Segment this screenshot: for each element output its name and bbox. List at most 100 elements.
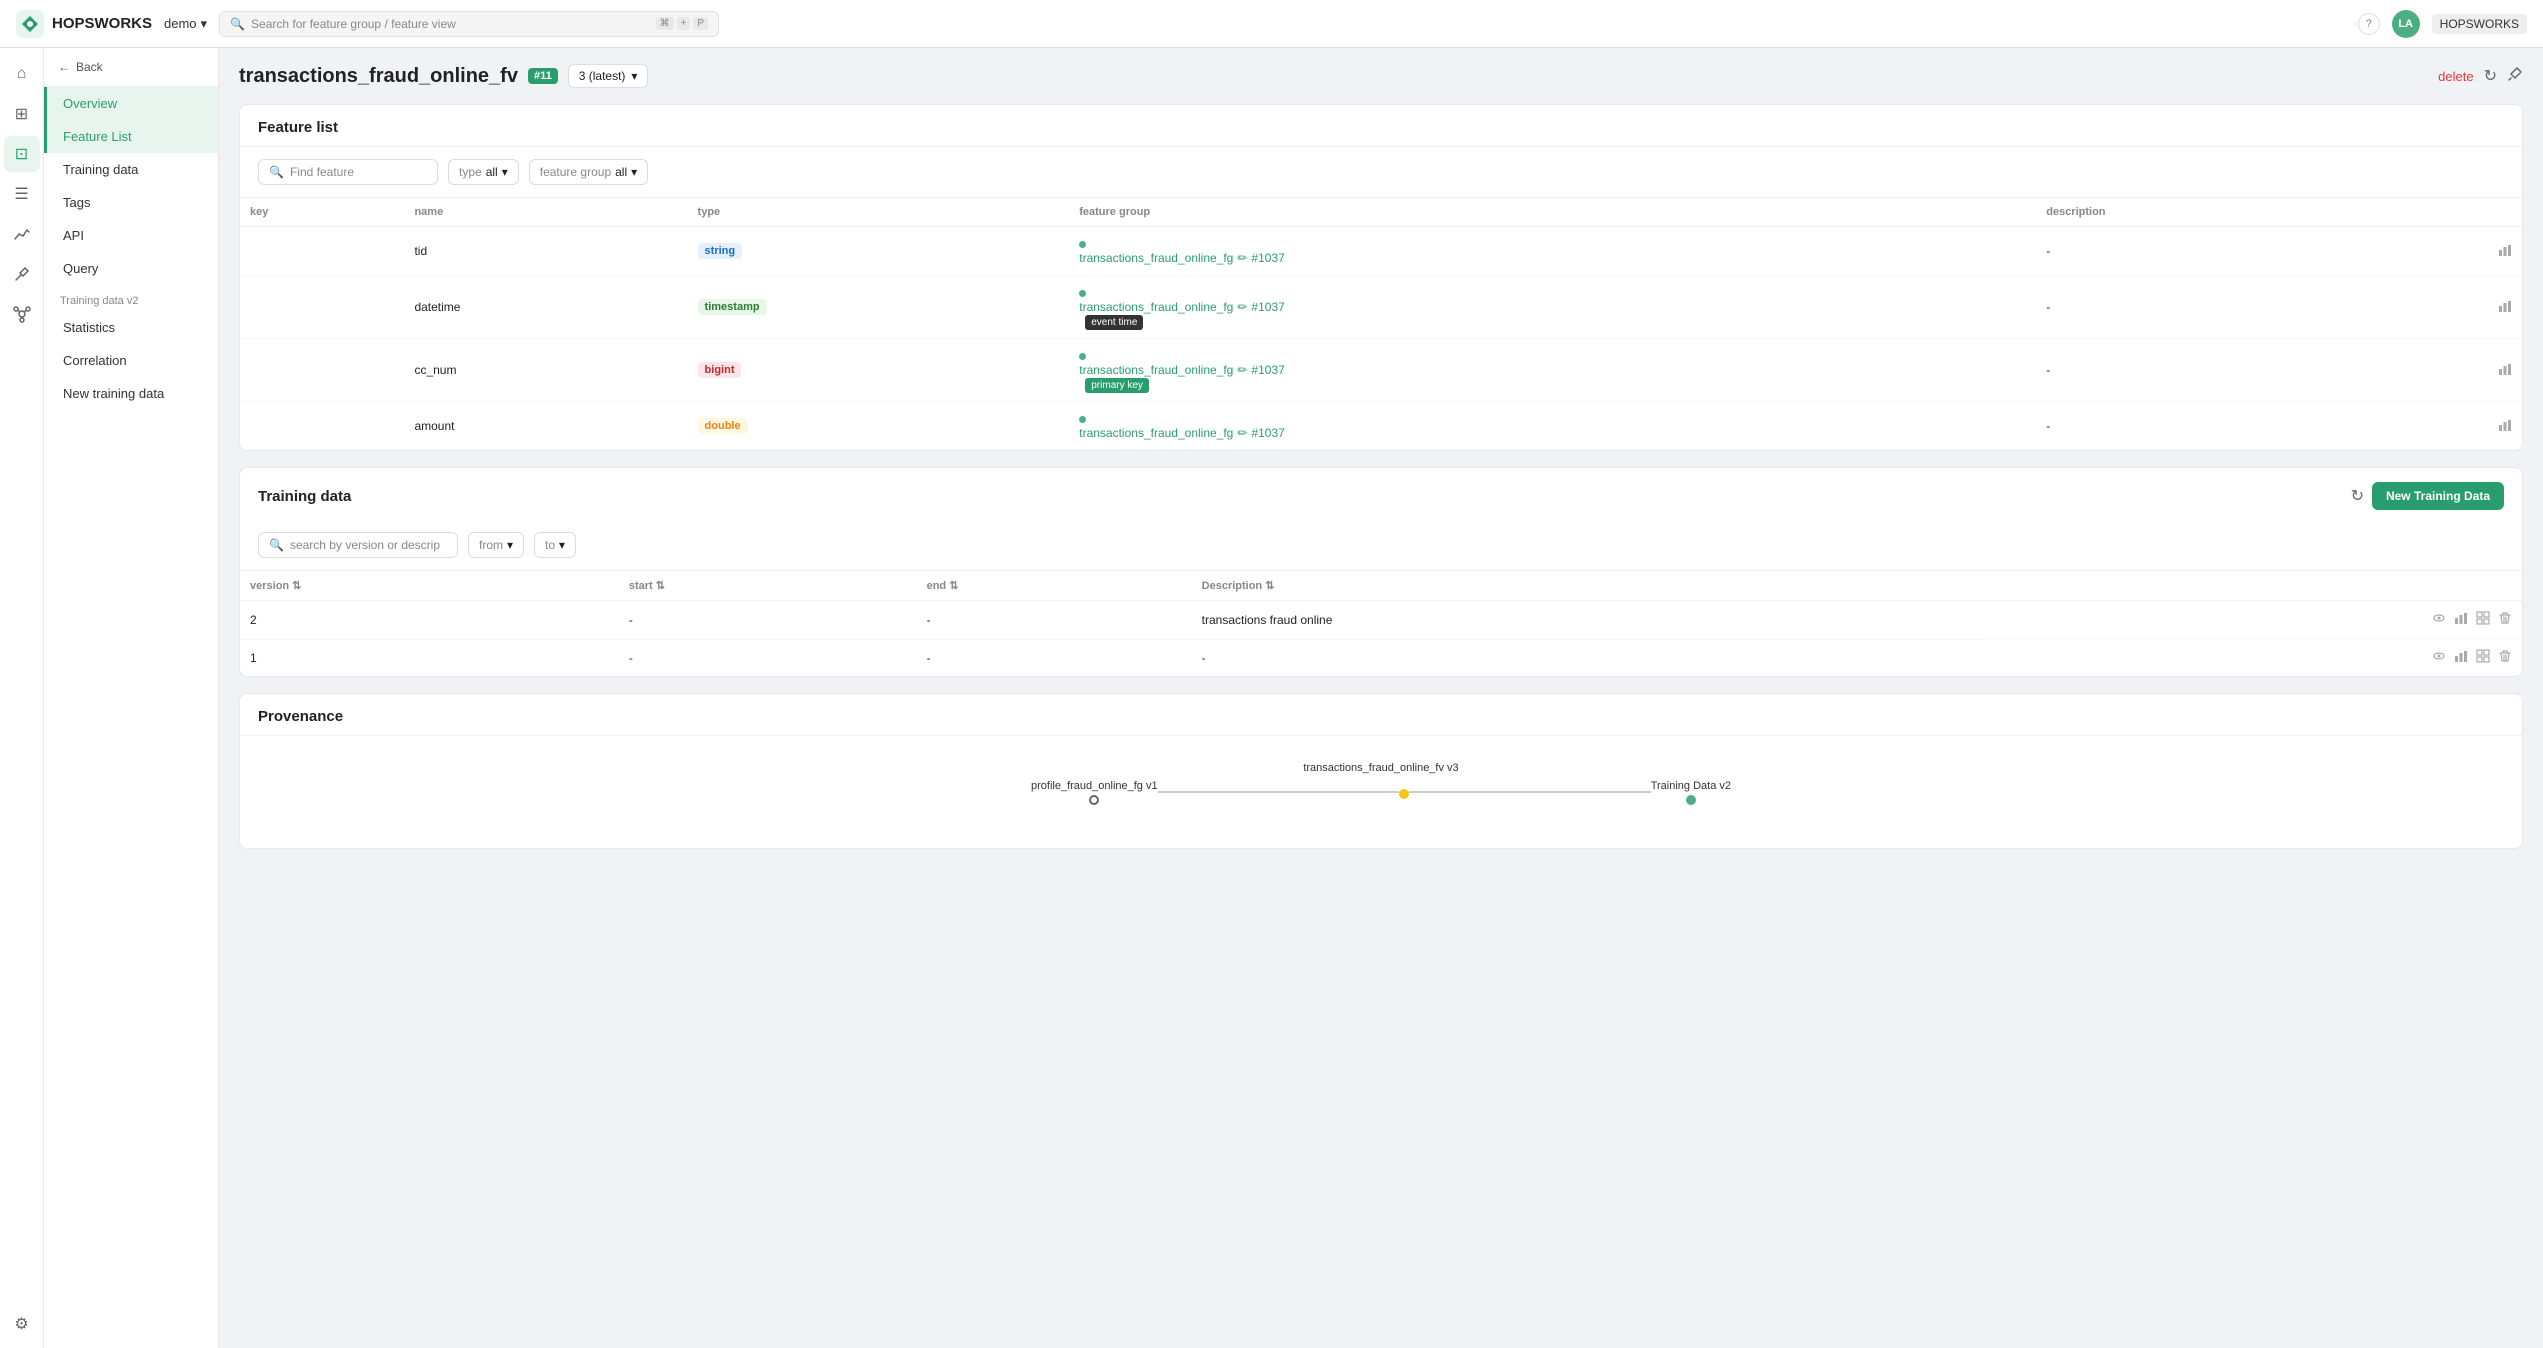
nav-settings-button[interactable]: ⚙ — [4, 1312, 40, 1348]
delete-button[interactable]: delete — [2438, 69, 2473, 84]
feature-table-row: amount double transactions_fraud_online_… — [240, 402, 2522, 451]
refresh-icon[interactable]: ↻ — [2484, 66, 2497, 86]
training-data-row: 1 - - - — [240, 639, 2522, 676]
feature-table-row: tid string transactions_fraud_online_fg … — [240, 227, 2522, 276]
version-selector[interactable]: 3 (latest) ▾ — [568, 64, 649, 88]
td-delete-icon[interactable] — [2498, 649, 2512, 666]
feature-actions-cell — [2376, 402, 2522, 451]
global-search-bar[interactable]: 🔍 Search for feature group / feature vie… — [219, 11, 719, 37]
prov-dot-center — [1399, 789, 1409, 799]
feature-name-cell: cc_num — [404, 339, 687, 402]
td-chart-icon[interactable] — [2454, 611, 2468, 628]
search-placeholder-text: Search for feature group / feature view — [251, 17, 456, 31]
sidebar-item-statistics[interactable]: Statistics — [44, 311, 218, 344]
feature-group-filter[interactable]: feature group all ▾ — [529, 159, 648, 185]
training-data-row: 2 - - transactions fraud online — [240, 601, 2522, 640]
feature-key-cell — [240, 402, 404, 451]
sidebar-item-feature-list[interactable]: Feature List — [44, 120, 218, 153]
edit-icon: ✏ — [1237, 426, 1247, 440]
sidebar-api-label: API — [63, 228, 84, 243]
top-navigation: HOPSWORKS demo ▾ 🔍 Search for feature gr… — [0, 0, 2543, 48]
training-data-card: Training data ↻ New Training Data 🔍 sear… — [239, 467, 2523, 677]
type-filter[interactable]: type all ▾ — [448, 159, 519, 185]
sidebar-tags-label: Tags — [63, 195, 90, 210]
td-version-cell: 1 — [240, 639, 619, 676]
nav-analytics-button[interactable] — [4, 216, 40, 252]
feature-fg-cell: transactions_fraud_online_fg ✏ #1037 — [1069, 402, 2036, 451]
td-col-version: version ⇅ — [240, 571, 619, 601]
training-from-filter[interactable]: from ▾ — [468, 532, 524, 558]
training-search[interactable]: 🔍 search by version or descrip — [258, 532, 458, 558]
feature-chart-icon[interactable] — [2498, 300, 2512, 316]
td-table-icon[interactable] — [2476, 649, 2490, 666]
training-data-refresh-icon[interactable]: ↻ — [2351, 486, 2364, 506]
sidebar-item-training-data[interactable]: Training data — [44, 153, 218, 186]
td-actions-cell — [1991, 639, 2522, 676]
feature-fg-cell: transactions_fraud_online_fg ✏ #1037 — [1069, 227, 2036, 276]
hopsworks-logo-icon — [16, 10, 44, 38]
td-eye-icon[interactable] — [2432, 611, 2446, 628]
feature-chart-icon[interactable] — [2498, 419, 2512, 435]
find-feature-search[interactable]: 🔍 Find feature — [258, 159, 438, 185]
page-header-actions: delete ↻ — [2438, 66, 2523, 87]
nav-network-button[interactable] — [4, 296, 40, 332]
td-chart-icon[interactable] — [2454, 649, 2468, 666]
td-actions-cell — [1991, 601, 2522, 639]
sidebar-item-new-training-data[interactable]: New training data — [44, 377, 218, 410]
feature-chart-icon[interactable] — [2498, 363, 2512, 379]
td-description-cell: transactions fraud online — [1192, 601, 1992, 640]
feature-actions-cell — [2376, 227, 2522, 276]
type-filter-value: all — [486, 165, 498, 179]
td-eye-icon[interactable] — [2432, 649, 2446, 666]
fg-link[interactable]: transactions_fraud_online_fg ✏ #1037 — [1079, 300, 2026, 314]
sidebar-item-tags[interactable]: Tags — [44, 186, 218, 219]
sidebar-item-overview[interactable]: Overview — [44, 87, 218, 120]
back-arrow-icon: ← — [58, 60, 70, 74]
user-avatar[interactable]: LA — [2392, 10, 2420, 38]
training-to-filter[interactable]: to ▾ — [534, 532, 576, 558]
feature-table: key name type feature group description … — [240, 198, 2522, 450]
nav-tools-button[interactable] — [4, 256, 40, 292]
feature-table-row: cc_num bigint transactions_fraud_online_… — [240, 339, 2522, 402]
fg-link[interactable]: transactions_fraud_online_fg ✏ #1037 — [1079, 426, 2026, 440]
td-version-cell: 2 — [240, 601, 619, 640]
help-icon[interactable]: ? — [2358, 13, 2380, 35]
feature-name-cell: amount — [404, 402, 687, 451]
fg-link[interactable]: transactions_fraud_online_fg ✏ #1037 — [1079, 251, 2026, 265]
feature-name-cell: tid — [404, 227, 687, 276]
edit-icon: ✏ — [1237, 363, 1247, 377]
td-table-icon[interactable] — [2476, 611, 2490, 628]
back-button[interactable]: ← Back — [44, 48, 218, 87]
edit-icon: ✏ — [1237, 300, 1247, 314]
fg-status-dot — [1079, 353, 1086, 360]
training-data-title: Training data — [258, 488, 351, 505]
type-badge: bigint — [698, 362, 742, 378]
prov-dot-training — [1686, 795, 1696, 805]
feature-type-cell: bigint — [688, 339, 1070, 402]
sidebar-item-query[interactable]: Query — [44, 252, 218, 285]
feature-key-cell — [240, 227, 404, 276]
to-label: to — [545, 538, 555, 552]
fg-link[interactable]: transactions_fraud_online_fg ✏ #1037 — [1079, 363, 2026, 377]
nav-feature-store-button[interactable]: ⊡ — [4, 136, 40, 172]
feature-list-header: Feature list — [240, 105, 2522, 147]
prov-dot-profile — [1089, 795, 1099, 805]
feature-chart-icon[interactable] — [2498, 244, 2512, 260]
main-content: transactions_fraud_online_fv #11 3 (late… — [219, 48, 2543, 1348]
pin-icon[interactable] — [2507, 66, 2523, 87]
version-badge: #11 — [528, 68, 558, 84]
sidebar-item-correlation[interactable]: Correlation — [44, 344, 218, 377]
nav-home-button[interactable]: ⌂ — [4, 56, 40, 92]
edit-icon: ✏ — [1237, 251, 1247, 265]
project-selector[interactable]: demo ▾ — [164, 16, 207, 32]
sidebar-item-api[interactable]: API — [44, 219, 218, 252]
prov-node-profile: profile_fraud_online_fg v1 — [1031, 780, 1158, 805]
new-training-data-button[interactable]: New Training Data — [2372, 482, 2504, 510]
td-delete-icon[interactable] — [2498, 611, 2512, 628]
col-feature-group: feature group — [1069, 198, 2036, 227]
provenance-graph: profile_fraud_online_fg v1 Training Data… — [258, 752, 2504, 832]
td-start-cell: - — [619, 601, 917, 640]
feature-fg-cell: transactions_fraud_online_fg ✏ #1037 pri… — [1069, 339, 2036, 402]
nav-layers-button[interactable]: ⊞ — [4, 96, 40, 132]
nav-pipelines-button[interactable]: ☰ — [4, 176, 40, 212]
